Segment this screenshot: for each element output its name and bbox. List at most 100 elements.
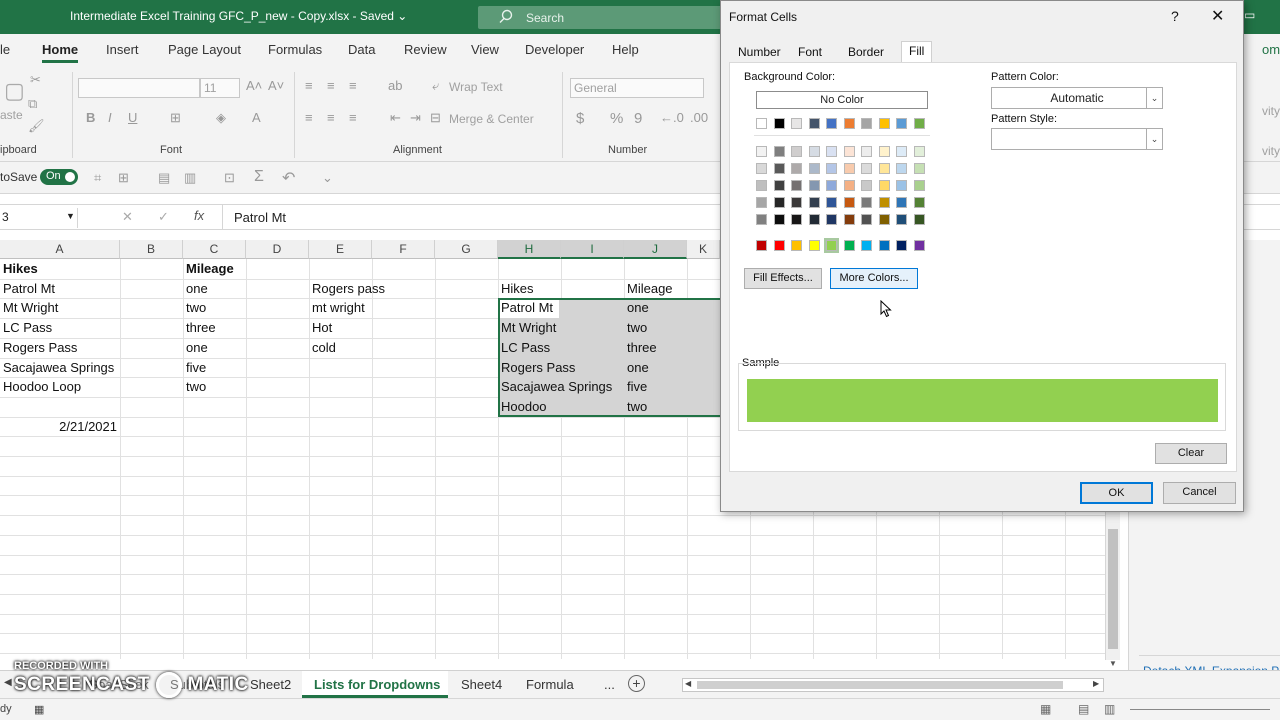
dialog-tab-font[interactable]: Font xyxy=(791,43,829,63)
font-size-box[interactable]: 11 xyxy=(200,78,240,98)
col-header-i[interactable]: I xyxy=(561,240,624,259)
underline-icon[interactable]: U xyxy=(128,110,137,125)
cell-h3[interactable]: Patrol Mt xyxy=(498,298,553,318)
tint-color-swatch[interactable] xyxy=(773,197,785,208)
tab-home[interactable]: Home xyxy=(42,42,79,63)
tint-color-swatch[interactable] xyxy=(843,163,855,174)
formula-input[interactable]: Patrol Mt xyxy=(234,210,286,225)
tint-color-swatch[interactable] xyxy=(791,214,802,225)
tab-data[interactable]: Data xyxy=(348,42,375,57)
tint-color-swatch[interactable] xyxy=(913,163,925,174)
cancel-entry-icon[interactable]: ✕ xyxy=(122,209,133,225)
tab-file[interactable]: le xyxy=(0,42,10,57)
cell-c5[interactable]: one xyxy=(183,338,208,358)
cell-e3[interactable]: mt wright xyxy=(309,298,365,318)
col-header-j[interactable]: J xyxy=(624,240,687,259)
help-button[interactable]: ? xyxy=(1171,8,1179,24)
cell-j7[interactable]: five xyxy=(624,377,647,397)
ok-button[interactable]: OK xyxy=(1080,482,1153,504)
cell-h8[interactable]: Hoodoo xyxy=(498,397,547,417)
paste-icon[interactable]: ▢ xyxy=(4,78,25,104)
tint-color-swatch[interactable] xyxy=(826,180,837,191)
clear-button[interactable]: Clear xyxy=(1155,443,1227,464)
cell-a6[interactable]: Sacajawea Springs xyxy=(0,358,114,378)
tint-color-swatch[interactable] xyxy=(896,163,907,174)
col-header-k[interactable]: K xyxy=(687,240,720,259)
tint-color-swatch[interactable] xyxy=(861,214,872,225)
sheet-tab-sheet4[interactable]: Sheet4 xyxy=(461,677,502,692)
cell-a3[interactable]: Mt Wright xyxy=(0,298,58,318)
pattern-style-select[interactable]: ⌄ xyxy=(991,128,1163,150)
tint-color-swatch[interactable] xyxy=(808,197,820,208)
format-painter-icon[interactable]: 🖌 xyxy=(28,118,45,134)
tint-color-swatch[interactable] xyxy=(878,214,890,225)
qat-icon-2[interactable]: ⊞ xyxy=(118,170,129,186)
cell-h5[interactable]: LC Pass xyxy=(498,338,550,358)
italic-icon[interactable]: I xyxy=(108,110,112,125)
tint-color-swatch[interactable] xyxy=(756,197,767,208)
theme-color-swatch[interactable] xyxy=(913,118,925,129)
macro-record-icon[interactable]: ▦ xyxy=(34,703,44,716)
tint-color-swatch[interactable] xyxy=(773,180,785,191)
wrap-text-label[interactable]: Wrap Text xyxy=(449,80,503,94)
tint-color-swatch[interactable] xyxy=(791,163,802,174)
tint-color-swatch[interactable] xyxy=(808,163,820,174)
col-header-b[interactable]: B xyxy=(120,240,183,259)
cell-a5[interactable]: Rogers Pass xyxy=(0,338,77,358)
standard-color-swatch[interactable] xyxy=(791,240,802,251)
tint-color-swatch[interactable] xyxy=(878,146,890,157)
add-sheet-icon[interactable]: + xyxy=(628,675,645,692)
comma-icon[interactable]: 9 xyxy=(634,110,642,127)
col-header-d[interactable]: D xyxy=(246,240,309,259)
align-center-icon[interactable]: ≡ xyxy=(327,110,335,125)
orientation-icon[interactable]: ab xyxy=(388,78,402,93)
close-icon[interactable]: ✕ xyxy=(1211,6,1224,26)
fill-effects-button[interactable]: Fill Effects... xyxy=(744,268,822,289)
name-box-dropdown-icon[interactable]: ▼ xyxy=(66,211,75,221)
standard-color-swatch[interactable] xyxy=(808,240,820,251)
tint-color-swatch[interactable] xyxy=(896,197,907,208)
theme-color-swatch[interactable] xyxy=(843,118,855,129)
dialog-tab-border[interactable]: Border xyxy=(841,43,891,63)
cell-c6[interactable]: five xyxy=(183,358,206,378)
cell-h6[interactable]: Rogers Pass xyxy=(498,358,575,378)
font-name-box[interactable] xyxy=(78,78,200,98)
more-colors-button[interactable]: More Colors... xyxy=(830,268,918,289)
cell-j6[interactable]: one xyxy=(624,358,649,378)
sheet-tab-formula[interactable]: Formula xyxy=(526,677,574,692)
cell-c7[interactable]: two xyxy=(183,377,206,397)
tint-color-swatch[interactable] xyxy=(843,197,855,208)
col-header-e[interactable]: E xyxy=(309,240,372,259)
merge-center-label[interactable]: Merge & Center xyxy=(449,112,534,126)
confirm-entry-icon[interactable]: ✓ xyxy=(158,209,169,225)
align-right-icon[interactable]: ≡ xyxy=(349,110,357,125)
tab-developer[interactable]: Developer xyxy=(525,42,584,57)
align-top-icon[interactable]: ≡ xyxy=(305,78,313,93)
tint-color-swatch[interactable] xyxy=(896,146,907,157)
tint-color-swatch[interactable] xyxy=(861,163,872,174)
vertical-scroll-thumb[interactable] xyxy=(1108,529,1118,649)
sheet-tab-lists-for-dropdowns[interactable]: Lists for Dropdowns xyxy=(314,677,440,692)
align-middle-icon[interactable]: ≡ xyxy=(327,78,335,93)
cell-a4[interactable]: LC Pass xyxy=(0,318,52,338)
increase-decimal-icon[interactable]: ←.0 xyxy=(660,110,684,125)
tint-color-swatch[interactable] xyxy=(791,180,802,191)
page-break-view-icon[interactable]: ▥ xyxy=(1104,702,1115,716)
sheet-tab-sheet2[interactable]: Sheet2 xyxy=(250,677,291,692)
col-header-g[interactable]: G xyxy=(435,240,498,259)
tint-color-swatch[interactable] xyxy=(861,180,872,191)
page-layout-view-icon[interactable]: ▤ xyxy=(1078,702,1089,716)
tint-color-swatch[interactable] xyxy=(913,214,925,225)
search-box[interactable]: Search xyxy=(478,6,728,29)
cancel-button[interactable]: Cancel xyxy=(1163,482,1236,504)
tab-review[interactable]: Review xyxy=(404,42,447,57)
tint-color-swatch[interactable] xyxy=(878,180,890,191)
tint-color-swatch[interactable] xyxy=(913,197,925,208)
standard-color-swatch[interactable] xyxy=(913,240,925,251)
copy-icon[interactable]: ⧉ xyxy=(28,96,37,112)
standard-color-swatch[interactable] xyxy=(756,240,767,251)
tint-color-swatch[interactable] xyxy=(756,163,767,174)
bold-icon[interactable]: B xyxy=(86,110,95,125)
cell-c1[interactable]: Mileage xyxy=(183,259,234,279)
tab-insert[interactable]: Insert xyxy=(106,42,139,57)
